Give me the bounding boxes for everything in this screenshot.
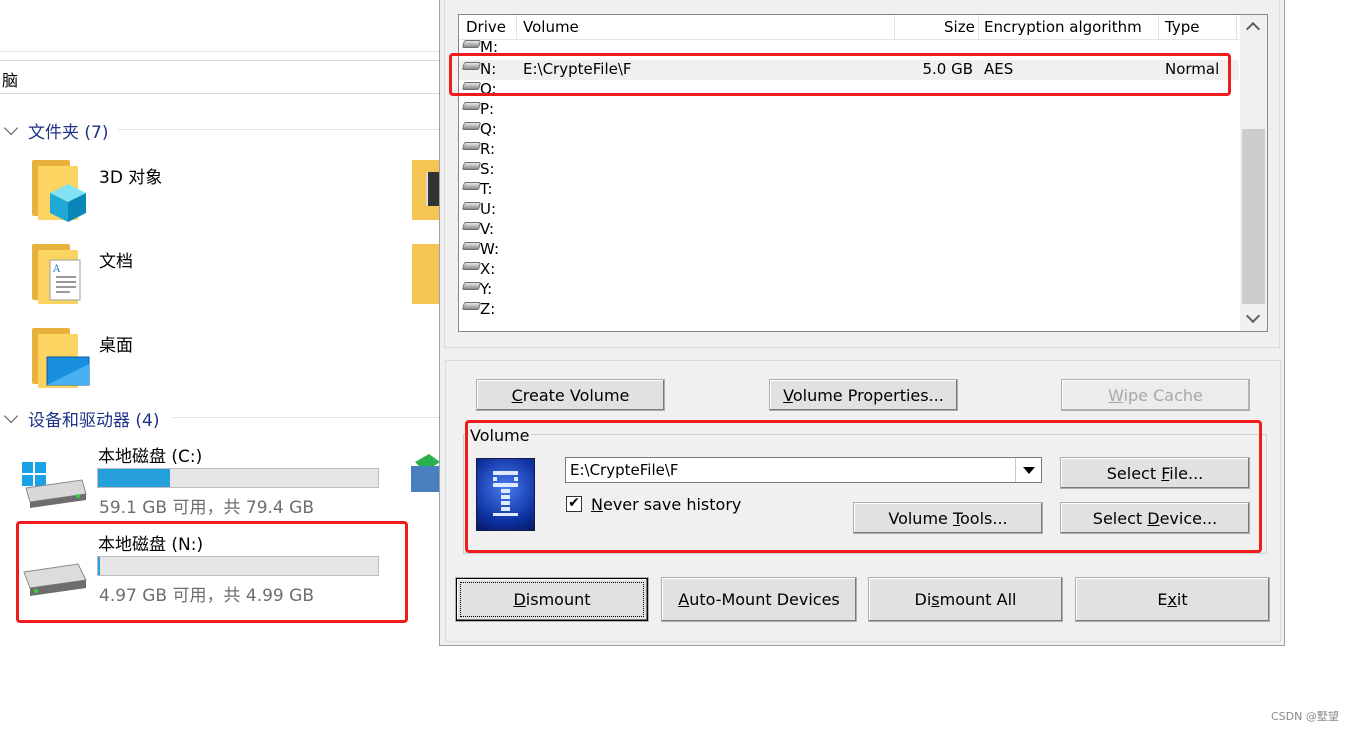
- drive-icon: [461, 122, 482, 130]
- drive-letter: X:: [480, 260, 496, 278]
- folder-label[interactable]: 桌面: [99, 331, 133, 356]
- svg-text:A: A: [52, 264, 61, 275]
- column-type[interactable]: Type: [1165, 18, 1199, 36]
- drive-icon: [461, 302, 482, 310]
- drive-icon: [461, 40, 482, 48]
- drive-letter: S:: [480, 160, 495, 178]
- drive-list-scrollbar[interactable]: [1240, 15, 1267, 331]
- explorer-address-bar[interactable]: 脑: [0, 60, 440, 94]
- drive-icon: [461, 262, 482, 270]
- group-header-devices[interactable]: 设备和驱动器 (4): [3, 406, 160, 431]
- drive-list-row[interactable]: X:: [459, 260, 1239, 280]
- folder-label[interactable]: 3D 对象: [99, 163, 162, 188]
- wipe-cache-button[interactable]: Wipe Cache: [1061, 379, 1250, 411]
- watermark: CSDN @墅望: [1271, 710, 1339, 723]
- address-text: 脑: [2, 71, 19, 90]
- drive-letter: U:: [480, 200, 497, 218]
- group-header-folders[interactable]: 文件夹 (7): [3, 118, 109, 143]
- drive-letter: T:: [480, 180, 493, 198]
- folder-3d-objects-icon[interactable]: [30, 160, 86, 222]
- drive-list-header: Drive Volume Size Encryption algorithm T…: [459, 15, 1239, 40]
- volume-properties-button[interactable]: Volume Properties...: [769, 379, 958, 411]
- drive-c-icon[interactable]: [22, 462, 88, 508]
- highlight-box: [465, 420, 1262, 553]
- create-volume-button[interactable]: Create Volume: [476, 379, 665, 411]
- scroll-down-icon[interactable]: [1245, 308, 1261, 324]
- column-volume[interactable]: Volume: [523, 18, 579, 36]
- group-title: 设备和驱动器 (4): [28, 411, 160, 431]
- drive-icon: [461, 282, 482, 290]
- drive-list-row[interactable]: W:: [459, 240, 1239, 260]
- drive-letter: P:: [480, 100, 495, 118]
- drive-letter: W:: [480, 240, 500, 258]
- drive-letter: Z:: [480, 300, 496, 318]
- highlight-box: [449, 53, 1231, 96]
- dismount-button[interactable]: Dismount: [455, 577, 649, 622]
- group-divider: [118, 129, 440, 130]
- drive-list-row[interactable]: Z:: [459, 300, 1239, 320]
- drive-list-row[interactable]: Y:: [459, 280, 1239, 300]
- folder-label[interactable]: 文档: [99, 247, 133, 272]
- folder-documents-icon[interactable]: A: [30, 244, 86, 304]
- auto-mount-devices-button[interactable]: Auto-Mount Devices: [661, 577, 857, 622]
- drive-c-name[interactable]: 本地磁盘 (C:): [98, 442, 202, 467]
- drive-list-row[interactable]: V:: [459, 220, 1239, 240]
- drive-partial-icon[interactable]: [411, 452, 440, 494]
- drive-list-row[interactable]: P:: [459, 100, 1239, 120]
- drive-icon: [461, 162, 482, 170]
- chevron-down-icon: [3, 408, 19, 424]
- group-title: 文件夹 (7): [28, 123, 109, 143]
- column-size[interactable]: Size: [944, 18, 975, 36]
- drive-c-free-space: 59.1 GB 可用，共 79.4 GB: [99, 498, 314, 518]
- drive-icon: [461, 102, 482, 110]
- drive-letter: Y:: [480, 280, 493, 298]
- drive-icon: [461, 242, 482, 250]
- drive-icon: [461, 222, 482, 230]
- column-encryption-algorithm[interactable]: Encryption algorithm: [984, 18, 1142, 36]
- drive-list-row[interactable]: S:: [459, 160, 1239, 180]
- drive-list-row[interactable]: T:: [459, 180, 1239, 200]
- folder-videos-icon[interactable]: [412, 160, 442, 220]
- column-drive[interactable]: Drive: [466, 18, 506, 36]
- folder-desktop-icon[interactable]: [30, 328, 90, 388]
- drive-icon: [461, 182, 482, 190]
- exit-button[interactable]: Exit: [1075, 577, 1270, 622]
- drive-letter: V:: [480, 220, 495, 238]
- drive-icon: [461, 202, 482, 210]
- scrollbar-thumb[interactable]: [1242, 129, 1265, 304]
- drive-list-row[interactable]: Q:: [459, 120, 1239, 140]
- folder-downloads-icon[interactable]: [412, 244, 440, 304]
- drive-c-usage-bar: [97, 468, 379, 488]
- drive-list-row[interactable]: U:: [459, 200, 1239, 220]
- drive-icon: [461, 142, 482, 150]
- scroll-up-icon[interactable]: [1245, 21, 1261, 37]
- dismount-all-button[interactable]: Dismount All: [868, 577, 1063, 622]
- drive-list-row[interactable]: R:: [459, 140, 1239, 160]
- explorer-toolbar-divider: [0, 51, 440, 52]
- chevron-down-icon: [3, 120, 19, 136]
- group-divider: [172, 417, 440, 418]
- highlight-box: [16, 521, 408, 623]
- drive-letter: R:: [480, 140, 496, 158]
- drive-letter: Q:: [480, 120, 497, 138]
